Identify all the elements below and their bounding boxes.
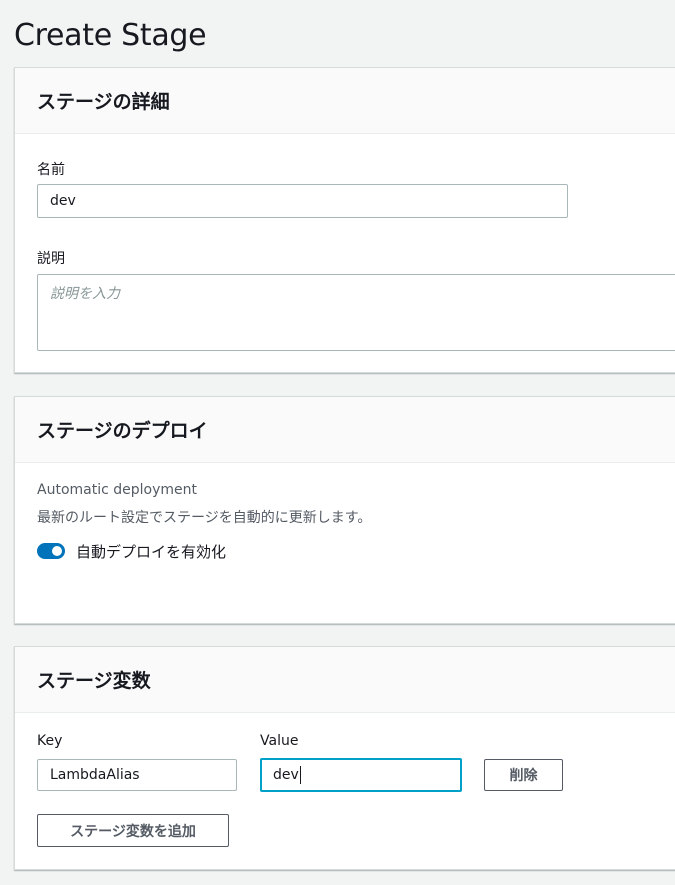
stage-deploy-heading: ステージのデプロイ xyxy=(37,420,208,442)
toggle-knob xyxy=(52,546,62,556)
auto-deploy-toggle-label: 自動デプロイを有効化 xyxy=(76,543,227,561)
stage-details-header: ステージの詳細 xyxy=(15,68,675,134)
delete-variable-button[interactable]: 削除 xyxy=(484,759,563,791)
stage-variables-panel: ステージ変数 Key Value LambdaAlias dev 削除 ステージ… xyxy=(14,646,675,870)
stage-details-heading: ステージの詳細 xyxy=(37,91,170,113)
stage-details-panel: ステージの詳細 名前 dev 説明 説明を入力 xyxy=(14,67,675,373)
stage-variables-heading: ステージ変数 xyxy=(37,670,151,692)
stage-deploy-header: ステージのデプロイ xyxy=(15,397,675,463)
auto-deploy-label: Automatic deployment xyxy=(37,482,197,498)
description-placeholder: 説明を入力 xyxy=(50,286,120,302)
text-caret xyxy=(299,766,301,784)
description-textarea[interactable]: 説明を入力 xyxy=(37,274,675,351)
value-column-label: Value xyxy=(260,733,299,749)
variable-key-value: LambdaAlias xyxy=(50,767,140,783)
auto-deploy-toggle[interactable] xyxy=(37,543,65,559)
name-label: 名前 xyxy=(37,162,65,178)
add-stage-variable-button[interactable]: ステージ変数を追加 xyxy=(37,814,229,847)
variable-value-input[interactable]: dev xyxy=(260,758,462,792)
page-title: Create Stage xyxy=(14,18,207,53)
key-column-label: Key xyxy=(37,733,63,749)
stage-deploy-panel: ステージのデプロイ Automatic deployment 最新のルート設定で… xyxy=(14,396,675,624)
description-label: 説明 xyxy=(37,251,65,267)
name-input-value: dev xyxy=(50,193,76,209)
auto-deploy-description: 最新のルート設定でステージを自動的に更新します。 xyxy=(37,510,372,526)
name-input[interactable]: dev xyxy=(37,184,568,218)
variable-value-value: dev xyxy=(273,767,299,783)
stage-variables-header: ステージ変数 xyxy=(15,647,675,713)
variable-key-input[interactable]: LambdaAlias xyxy=(37,759,237,791)
